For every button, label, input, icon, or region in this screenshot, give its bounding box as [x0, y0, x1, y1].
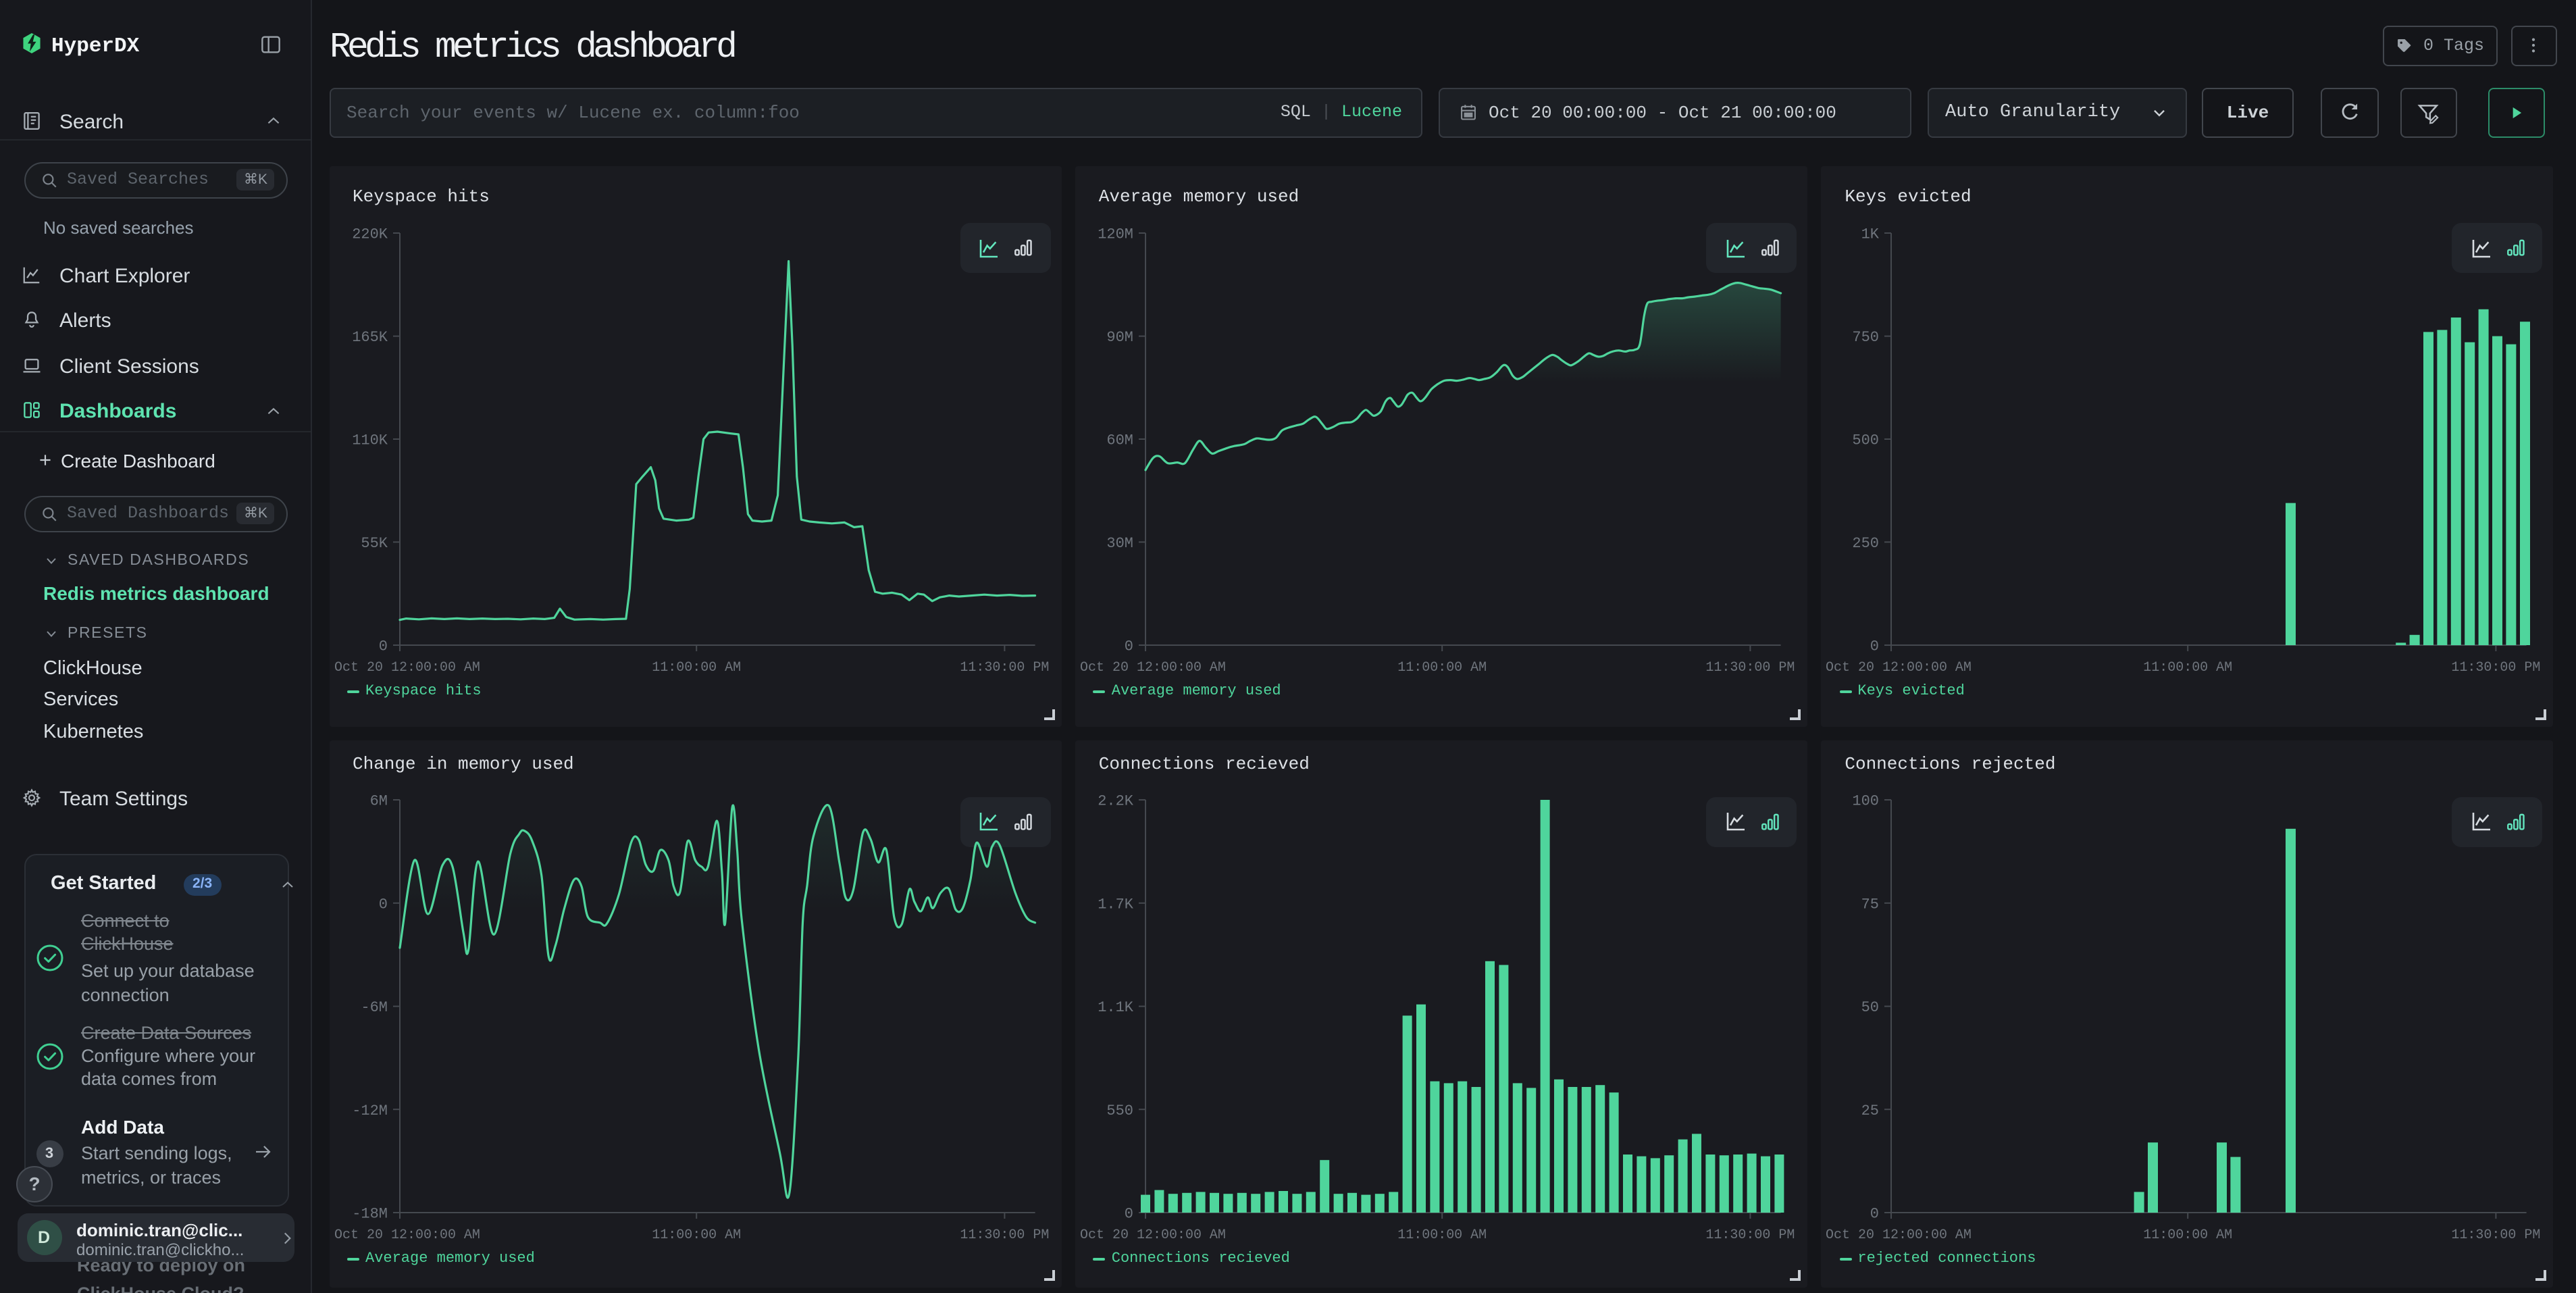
svg-text:0: 0 [1870, 638, 1879, 655]
svg-text:11:00:00 AM: 11:00:00 AM [2144, 1227, 2233, 1242]
svg-text:90M: 90M [1106, 329, 1133, 346]
svg-text:Oct 20 12:00:00 AM: Oct 20 12:00:00 AM [1826, 1227, 1972, 1242]
svg-text:Oct 20 12:00:00 AM: Oct 20 12:00:00 AM [1826, 660, 1972, 676]
svg-text:250: 250 [1853, 535, 1880, 552]
svg-text:1K: 1K [1861, 226, 1880, 243]
svg-text:Oct 20 12:00:00 AM: Oct 20 12:00:00 AM [334, 1227, 480, 1242]
svg-text:11:30:00 PM: 11:30:00 PM [959, 660, 1048, 676]
svg-text:0: 0 [378, 895, 387, 912]
svg-text:30M: 30M [1106, 535, 1133, 552]
svg-text:25: 25 [1861, 1102, 1879, 1119]
svg-text:0: 0 [1125, 1205, 1133, 1222]
svg-text:500: 500 [1853, 432, 1880, 449]
svg-text:0: 0 [1870, 1205, 1879, 1222]
svg-text:-6M: -6M [360, 998, 387, 1015]
svg-text:55K: 55K [360, 535, 387, 552]
svg-text:750: 750 [1853, 329, 1880, 346]
svg-text:60M: 60M [1106, 432, 1133, 449]
svg-text:11:00:00 AM: 11:00:00 AM [2144, 660, 2233, 676]
svg-text:11:30:00 PM: 11:30:00 PM [959, 1227, 1048, 1242]
svg-text:-18M: -18M [351, 1205, 387, 1222]
svg-text:Oct 20 12:00:00 AM: Oct 20 12:00:00 AM [1080, 660, 1226, 676]
svg-text:11:30:00 PM: 11:30:00 PM [1705, 1227, 1795, 1242]
svg-text:11:00:00 AM: 11:00:00 AM [651, 1227, 740, 1242]
svg-text:50: 50 [1861, 998, 1879, 1015]
svg-text:Oct 20 12:00:00 AM: Oct 20 12:00:00 AM [334, 660, 480, 676]
svg-text:1.1K: 1.1K [1098, 998, 1134, 1015]
svg-text:11:30:00 PM: 11:30:00 PM [2452, 660, 2541, 676]
svg-text:11:00:00 AM: 11:00:00 AM [1397, 1227, 1487, 1242]
svg-text:220K: 220K [351, 226, 388, 243]
svg-text:11:30:00 PM: 11:30:00 PM [2452, 1227, 2541, 1242]
svg-text:100: 100 [1853, 792, 1880, 809]
svg-text:1.7K: 1.7K [1098, 895, 1134, 912]
svg-text:120M: 120M [1098, 226, 1133, 243]
svg-text:2.2K: 2.2K [1098, 792, 1134, 809]
svg-text:550: 550 [1106, 1102, 1133, 1119]
svg-text:11:00:00 AM: 11:00:00 AM [1397, 660, 1487, 676]
svg-text:6M: 6M [369, 792, 387, 809]
svg-text:-12M: -12M [351, 1102, 387, 1119]
svg-text:110K: 110K [351, 432, 388, 449]
svg-text:11:30:00 PM: 11:30:00 PM [1705, 660, 1795, 676]
svg-text:75: 75 [1861, 895, 1879, 912]
svg-text:0: 0 [1125, 638, 1133, 655]
svg-text:Oct 20 12:00:00 AM: Oct 20 12:00:00 AM [1080, 1227, 1226, 1242]
svg-text:0: 0 [378, 638, 387, 655]
svg-text:11:00:00 AM: 11:00:00 AM [651, 660, 740, 676]
svg-text:165K: 165K [351, 329, 388, 346]
